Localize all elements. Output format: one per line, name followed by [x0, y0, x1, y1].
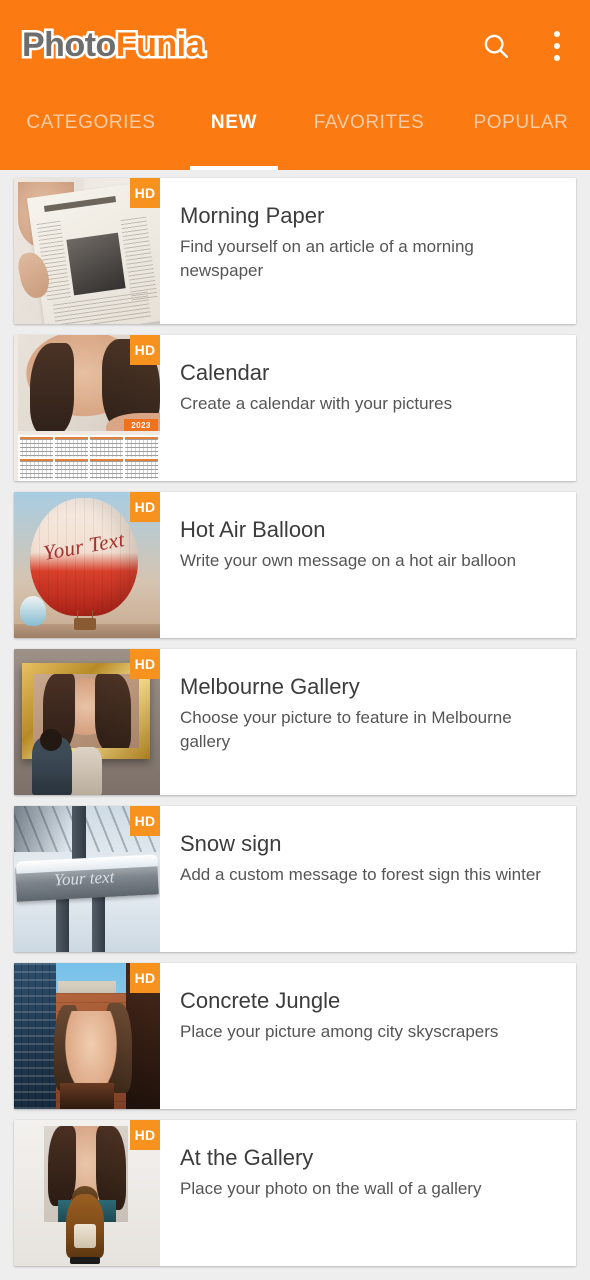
- effects-list: HD Morning Paper Find yourself on an art…: [0, 170, 590, 1266]
- effect-title: Melbourne Gallery: [180, 674, 360, 699]
- effect-description: Place your photo on the wall of a galler…: [180, 1179, 482, 1198]
- effect-title: Calendar: [180, 360, 270, 385]
- effect-description: Create a calendar with your pictures: [180, 394, 453, 413]
- effect-thumbnail-snow-sign: Your text HD: [14, 806, 160, 952]
- hd-badge: HD: [130, 649, 160, 679]
- effect-text-at-the-gallery: At the Gallery Place your photo on the w…: [160, 1120, 576, 1266]
- hd-badge: HD: [130, 335, 160, 365]
- effect-title: Concrete Jungle: [180, 988, 341, 1013]
- effect-card-snow-sign[interactable]: Your text HD Snow sign Add a custom mess…: [14, 806, 576, 952]
- tab-favorites[interactable]: FAVORITES: [286, 92, 452, 170]
- calendar-month-grid: [18, 435, 160, 481]
- effect-card-hot-air-balloon[interactable]: Your Text HD Hot Air Balloon Write your …: [14, 492, 576, 638]
- search-icon: [484, 34, 508, 58]
- effect-title: Snow sign: [180, 831, 282, 856]
- effect-card-at-the-gallery[interactable]: HD At the Gallery Place your photo on th…: [14, 1120, 576, 1266]
- effect-title: At the Gallery: [180, 1145, 314, 1170]
- app-bar-actions: [476, 26, 572, 66]
- hd-badge: HD: [130, 178, 160, 208]
- tab-bar: CATEGORIES NEW FAVORITES POPULAR: [0, 92, 590, 170]
- effect-card-calendar[interactable]: 2023 HD Calendar Create a calendar with …: [14, 335, 576, 481]
- logo-text-funia: Funia: [113, 26, 207, 65]
- effect-text-morning-paper: Morning Paper Find yourself on an articl…: [160, 178, 576, 324]
- effect-description: Choose your picture to feature in Melbou…: [180, 708, 512, 751]
- app-bar-top-row: PhotoFunia: [0, 0, 590, 92]
- effect-thumbnail-hot-air-balloon: Your Text HD: [14, 492, 160, 638]
- effect-title: Morning Paper: [180, 203, 325, 228]
- effect-thumbnail-calendar: 2023 HD: [14, 335, 160, 481]
- tab-categories[interactable]: CATEGORIES: [0, 92, 182, 170]
- calendar-year-badge: 2023: [124, 419, 158, 431]
- app-bar: PhotoFunia CATEGORIES NEW FAVORITES POPU…: [0, 0, 590, 170]
- effect-text-calendar: Calendar Create a calendar with your pic…: [160, 335, 576, 481]
- tab-new[interactable]: NEW: [182, 92, 286, 170]
- effect-text-snow-sign: Snow sign Add a custom message to forest…: [160, 806, 576, 952]
- effect-thumbnail-melbourne-gallery: HD: [14, 649, 160, 795]
- tab-popular[interactable]: POPULAR: [452, 92, 590, 170]
- effect-thumbnail-concrete-jungle: HD: [14, 963, 160, 1109]
- effect-thumbnail-morning-paper: HD: [14, 178, 160, 324]
- overflow-dot-3: [554, 55, 560, 61]
- effect-text-concrete-jungle: Concrete Jungle Place your picture among…: [160, 963, 576, 1109]
- tab-categories-label: CATEGORIES: [26, 112, 156, 133]
- effect-text-melbourne-gallery: Melbourne Gallery Choose your picture to…: [160, 649, 576, 795]
- effect-card-melbourne-gallery[interactable]: HD Melbourne Gallery Choose your picture…: [14, 649, 576, 795]
- effect-description: Place your picture among city skyscraper…: [180, 1022, 499, 1041]
- logo-text-photo: Photo: [20, 26, 119, 65]
- hd-badge: HD: [130, 492, 160, 522]
- overflow-dot-2: [554, 43, 560, 49]
- effect-description: Add a custom message to forest sign this…: [180, 865, 541, 884]
- effect-card-concrete-jungle[interactable]: HD Concrete Jungle Place your picture am…: [14, 963, 576, 1109]
- hd-badge: HD: [130, 1120, 160, 1150]
- effect-thumbnail-at-the-gallery: HD: [14, 1120, 160, 1266]
- search-button[interactable]: [476, 26, 516, 66]
- effect-title: Hot Air Balloon: [180, 517, 326, 542]
- overflow-menu-button[interactable]: [542, 26, 572, 66]
- tab-new-label: NEW: [210, 112, 258, 133]
- overflow-dot-1: [554, 31, 560, 37]
- tab-popular-label: POPULAR: [473, 112, 569, 133]
- effect-text-hot-air-balloon: Hot Air Balloon Write your own message o…: [160, 492, 576, 638]
- photofunia-logo: PhotoFunia: [20, 26, 207, 65]
- effect-card-morning-paper[interactable]: HD Morning Paper Find yourself on an art…: [14, 178, 576, 324]
- hd-badge: HD: [130, 963, 160, 993]
- effect-description: Find yourself on an article of a morning…: [180, 237, 474, 280]
- effect-description: Write your own message on a hot air ball…: [180, 551, 517, 570]
- tab-favorites-label: FAVORITES: [313, 112, 425, 133]
- hd-badge: HD: [130, 806, 160, 836]
